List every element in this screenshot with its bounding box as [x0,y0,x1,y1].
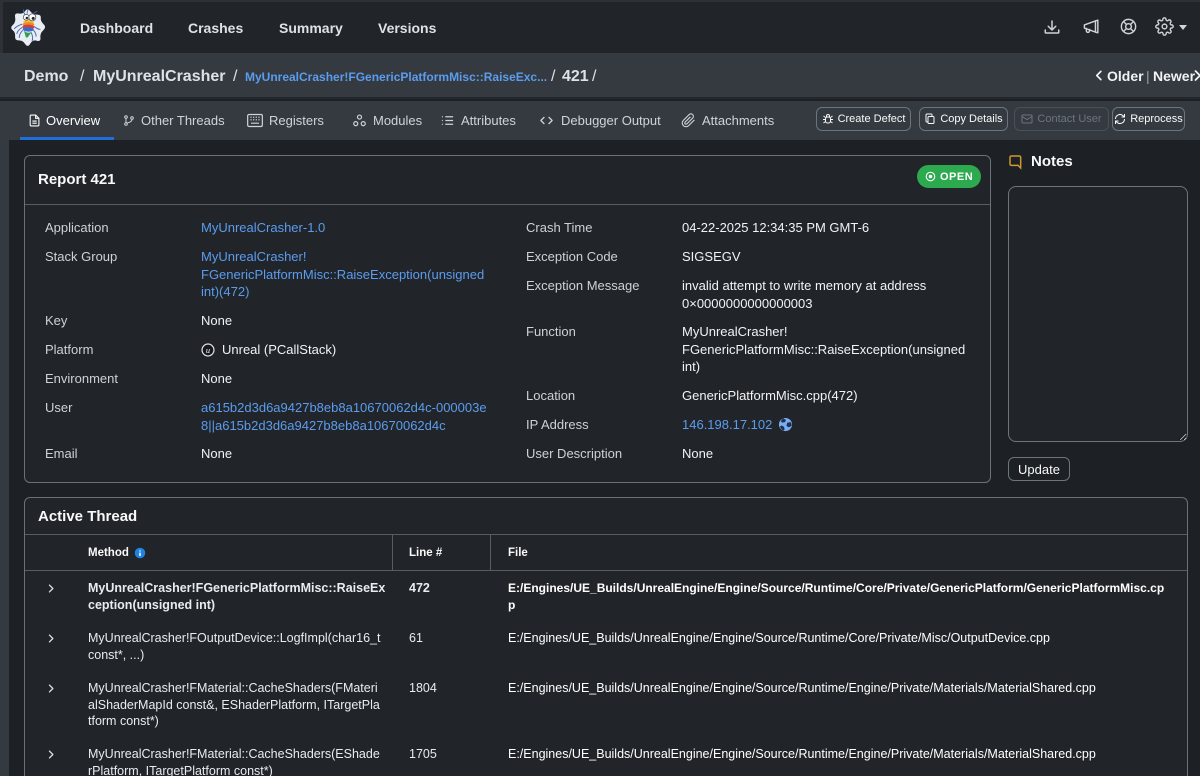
svg-text:u: u [206,346,210,355]
